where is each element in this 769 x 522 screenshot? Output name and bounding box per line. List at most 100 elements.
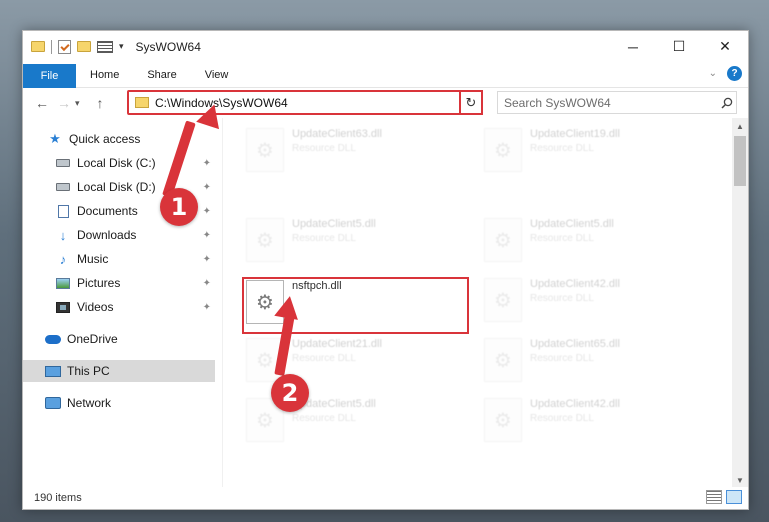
ribbon-right-controls: ⌄ ?: [709, 66, 742, 81]
pin-icon[interactable]: ✦: [203, 302, 211, 313]
address-bar[interactable]: C:\Windows\SysWOW64 ⌄: [127, 90, 482, 115]
network-icon: [45, 396, 61, 410]
refresh-button[interactable]: ↻: [459, 90, 483, 115]
sidebar-item-onedrive[interactable]: OneDrive: [23, 328, 215, 350]
status-bar: 190 items: [23, 487, 748, 509]
title-bar: ▾ SysWOW64 ─ ☐ ✕: [23, 31, 748, 62]
file-type: Resource DLL: [292, 353, 356, 364]
step-badge-2: 2: [271, 374, 309, 412]
file-name: UpdateClient63.dll: [292, 128, 382, 140]
explorer-window: ▾ SysWOW64 ─ ☐ ✕ File Home Share View ⌄ …: [22, 30, 749, 510]
close-button[interactable]: ✕: [702, 31, 748, 62]
file-type: Resource DLL: [530, 233, 594, 244]
drive-icon: [55, 156, 71, 170]
up-button[interactable]: ↑: [89, 92, 111, 114]
file-name: UpdateClient5.dll: [530, 218, 614, 230]
file-item[interactable]: ⚙ UpdateClient65.dll Resource DLL: [462, 336, 682, 386]
file-type: Resource DLL: [530, 143, 594, 154]
file-item[interactable]: ⚙ UpdateClient19.dll Resource DLL: [462, 126, 682, 176]
sidebar-item-network[interactable]: Network: [23, 392, 215, 414]
pin-icon[interactable]: ✦: [203, 230, 211, 241]
tab-share[interactable]: Share: [133, 63, 190, 87]
sidebar-item-label: Quick access: [69, 132, 141, 146]
customize-toolbar-chevron-icon[interactable]: ▾: [119, 41, 124, 52]
quick-access-toolbar: ▾: [23, 39, 124, 54]
file-type: Resource DLL: [292, 143, 356, 154]
file-name: UpdateClient19.dll: [530, 128, 620, 140]
sidebar-item-label: Music: [77, 252, 109, 266]
file-item[interactable]: ⚙ UpdateClient63.dll Resource DLL: [224, 126, 444, 176]
sidebar-item-downloads[interactable]: ↓ Downloads ✦: [23, 224, 215, 246]
back-button[interactable]: ←: [31, 92, 53, 114]
tab-view[interactable]: View: [191, 63, 243, 87]
dll-file-icon: ⚙: [484, 398, 522, 442]
search-input[interactable]: Search SysWOW64: [504, 96, 718, 110]
minimize-button[interactable]: ─: [610, 31, 656, 62]
properties-icon[interactable]: [58, 39, 71, 54]
tiles-view-icon[interactable]: [726, 490, 742, 504]
scroll-up-arrow-icon[interactable]: ▲: [732, 118, 748, 134]
file-item[interactable]: ⚙ UpdateClient42.dll Resource DLL: [462, 276, 682, 326]
file-type: Resource DLL: [530, 293, 594, 304]
navigation-bar: ← → ▾ ↑ C:\Windows\SysWOW64 ⌄ ↻ Search S…: [23, 88, 748, 118]
file-name: UpdateClient65.dll: [530, 338, 620, 350]
ribbon-tabs: File Home Share View ⌄ ?: [23, 62, 748, 88]
view-icon[interactable]: [97, 40, 113, 53]
star-icon: ★: [49, 131, 61, 146]
sidebar-item-label: Local Disk (D:): [77, 180, 156, 194]
drive-icon: [55, 180, 71, 194]
vertical-scrollbar[interactable]: ▲ ▼: [732, 118, 748, 488]
help-icon[interactable]: ?: [727, 66, 742, 81]
file-type: Resource DLL: [530, 353, 594, 364]
new-folder-icon[interactable]: [77, 41, 91, 52]
sidebar-item-pictures[interactable]: Pictures ✦: [23, 272, 215, 294]
dll-file-icon: ⚙: [246, 128, 284, 172]
sidebar-item-label: This PC: [67, 364, 110, 378]
file-name: UpdateClient42.dll: [530, 398, 620, 410]
pin-icon[interactable]: ✦: [203, 158, 211, 169]
scroll-down-arrow-icon[interactable]: ▼: [732, 472, 748, 488]
sidebar-item-label: Network: [67, 396, 112, 410]
sidebar-item-this-pc[interactable]: This PC: [23, 360, 215, 382]
sidebar-item-label: Pictures: [77, 276, 121, 290]
sidebar-item-label: OneDrive: [67, 332, 118, 346]
toolbar-divider: [51, 39, 52, 54]
file-item[interactable]: ⚙ UpdateClient5.dll Resource DLL: [224, 396, 444, 446]
dll-file-icon: ⚙: [246, 218, 284, 262]
recent-locations-chevron-icon[interactable]: ▾: [75, 98, 89, 109]
expand-ribbon-chevron-icon[interactable]: ⌄: [709, 68, 717, 79]
file-name: UpdateClient5.dll: [292, 218, 376, 230]
dll-file-icon: ⚙: [484, 218, 522, 262]
sidebar-item-music[interactable]: ♪ Music ✦: [23, 248, 215, 270]
annotation-arrow-head-2: [274, 294, 302, 320]
tab-file[interactable]: File: [23, 63, 76, 88]
tab-home[interactable]: Home: [76, 63, 133, 87]
file-type: Resource DLL: [530, 413, 594, 424]
file-item[interactable]: ⚙ UpdateClient42.dll Resource DLL: [462, 396, 682, 446]
view-toggle: [706, 490, 742, 504]
file-name: UpdateClient42.dll: [530, 278, 620, 290]
forward-button[interactable]: →: [53, 92, 75, 114]
this-pc-icon: [45, 364, 61, 378]
details-view-icon[interactable]: [706, 490, 722, 504]
onedrive-icon: [45, 332, 61, 346]
file-item[interactable]: ⚙ UpdateClient5.dll Resource DLL: [462, 216, 682, 266]
search-icon[interactable]: [718, 97, 736, 109]
file-name: UpdateClient21.dll: [292, 338, 382, 350]
file-item[interactable]: ⚙ UpdateClient5.dll Resource DLL: [224, 216, 444, 266]
scroll-thumb[interactable]: [734, 136, 746, 186]
sidebar-item-videos[interactable]: Videos ✦: [23, 296, 215, 318]
pin-icon[interactable]: ✦: [203, 182, 211, 193]
file-item[interactable]: ⚙ UpdateClient21.dll Resource DLL: [224, 336, 444, 386]
dll-file-icon: ⚙: [484, 128, 522, 172]
pin-icon[interactable]: ✦: [203, 278, 211, 289]
search-box[interactable]: Search SysWOW64: [497, 91, 737, 114]
pin-icon[interactable]: ✦: [203, 254, 211, 265]
window-controls: ─ ☐ ✕: [610, 31, 748, 62]
music-icon: ♪: [59, 251, 67, 267]
sidebar-item-local-disk-c[interactable]: Local Disk (C:) ✦: [23, 152, 215, 174]
videos-icon: [55, 300, 71, 314]
sidebar-item-label: Local Disk (C:): [77, 156, 156, 170]
pin-icon[interactable]: ✦: [203, 206, 211, 217]
maximize-button[interactable]: ☐: [656, 31, 702, 62]
